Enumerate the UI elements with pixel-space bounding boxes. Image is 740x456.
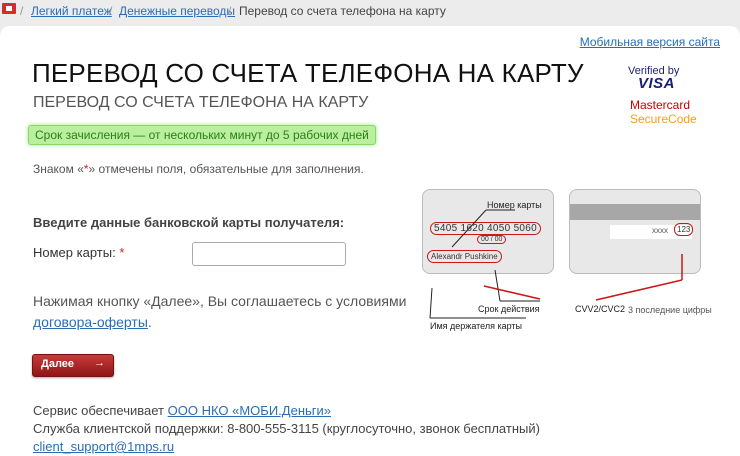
holder-annotation: Имя держателя карты xyxy=(430,321,523,331)
cvv-annotation: CVV2/CVC2 xyxy=(575,304,626,314)
card-annotation-lines xyxy=(429,209,683,319)
expiry-annotation: Срок действия xyxy=(478,304,540,314)
cvv-hint-annotation: 3 последние цифры xyxy=(628,305,712,315)
card-number-annotation: Номер карты xyxy=(487,200,542,210)
